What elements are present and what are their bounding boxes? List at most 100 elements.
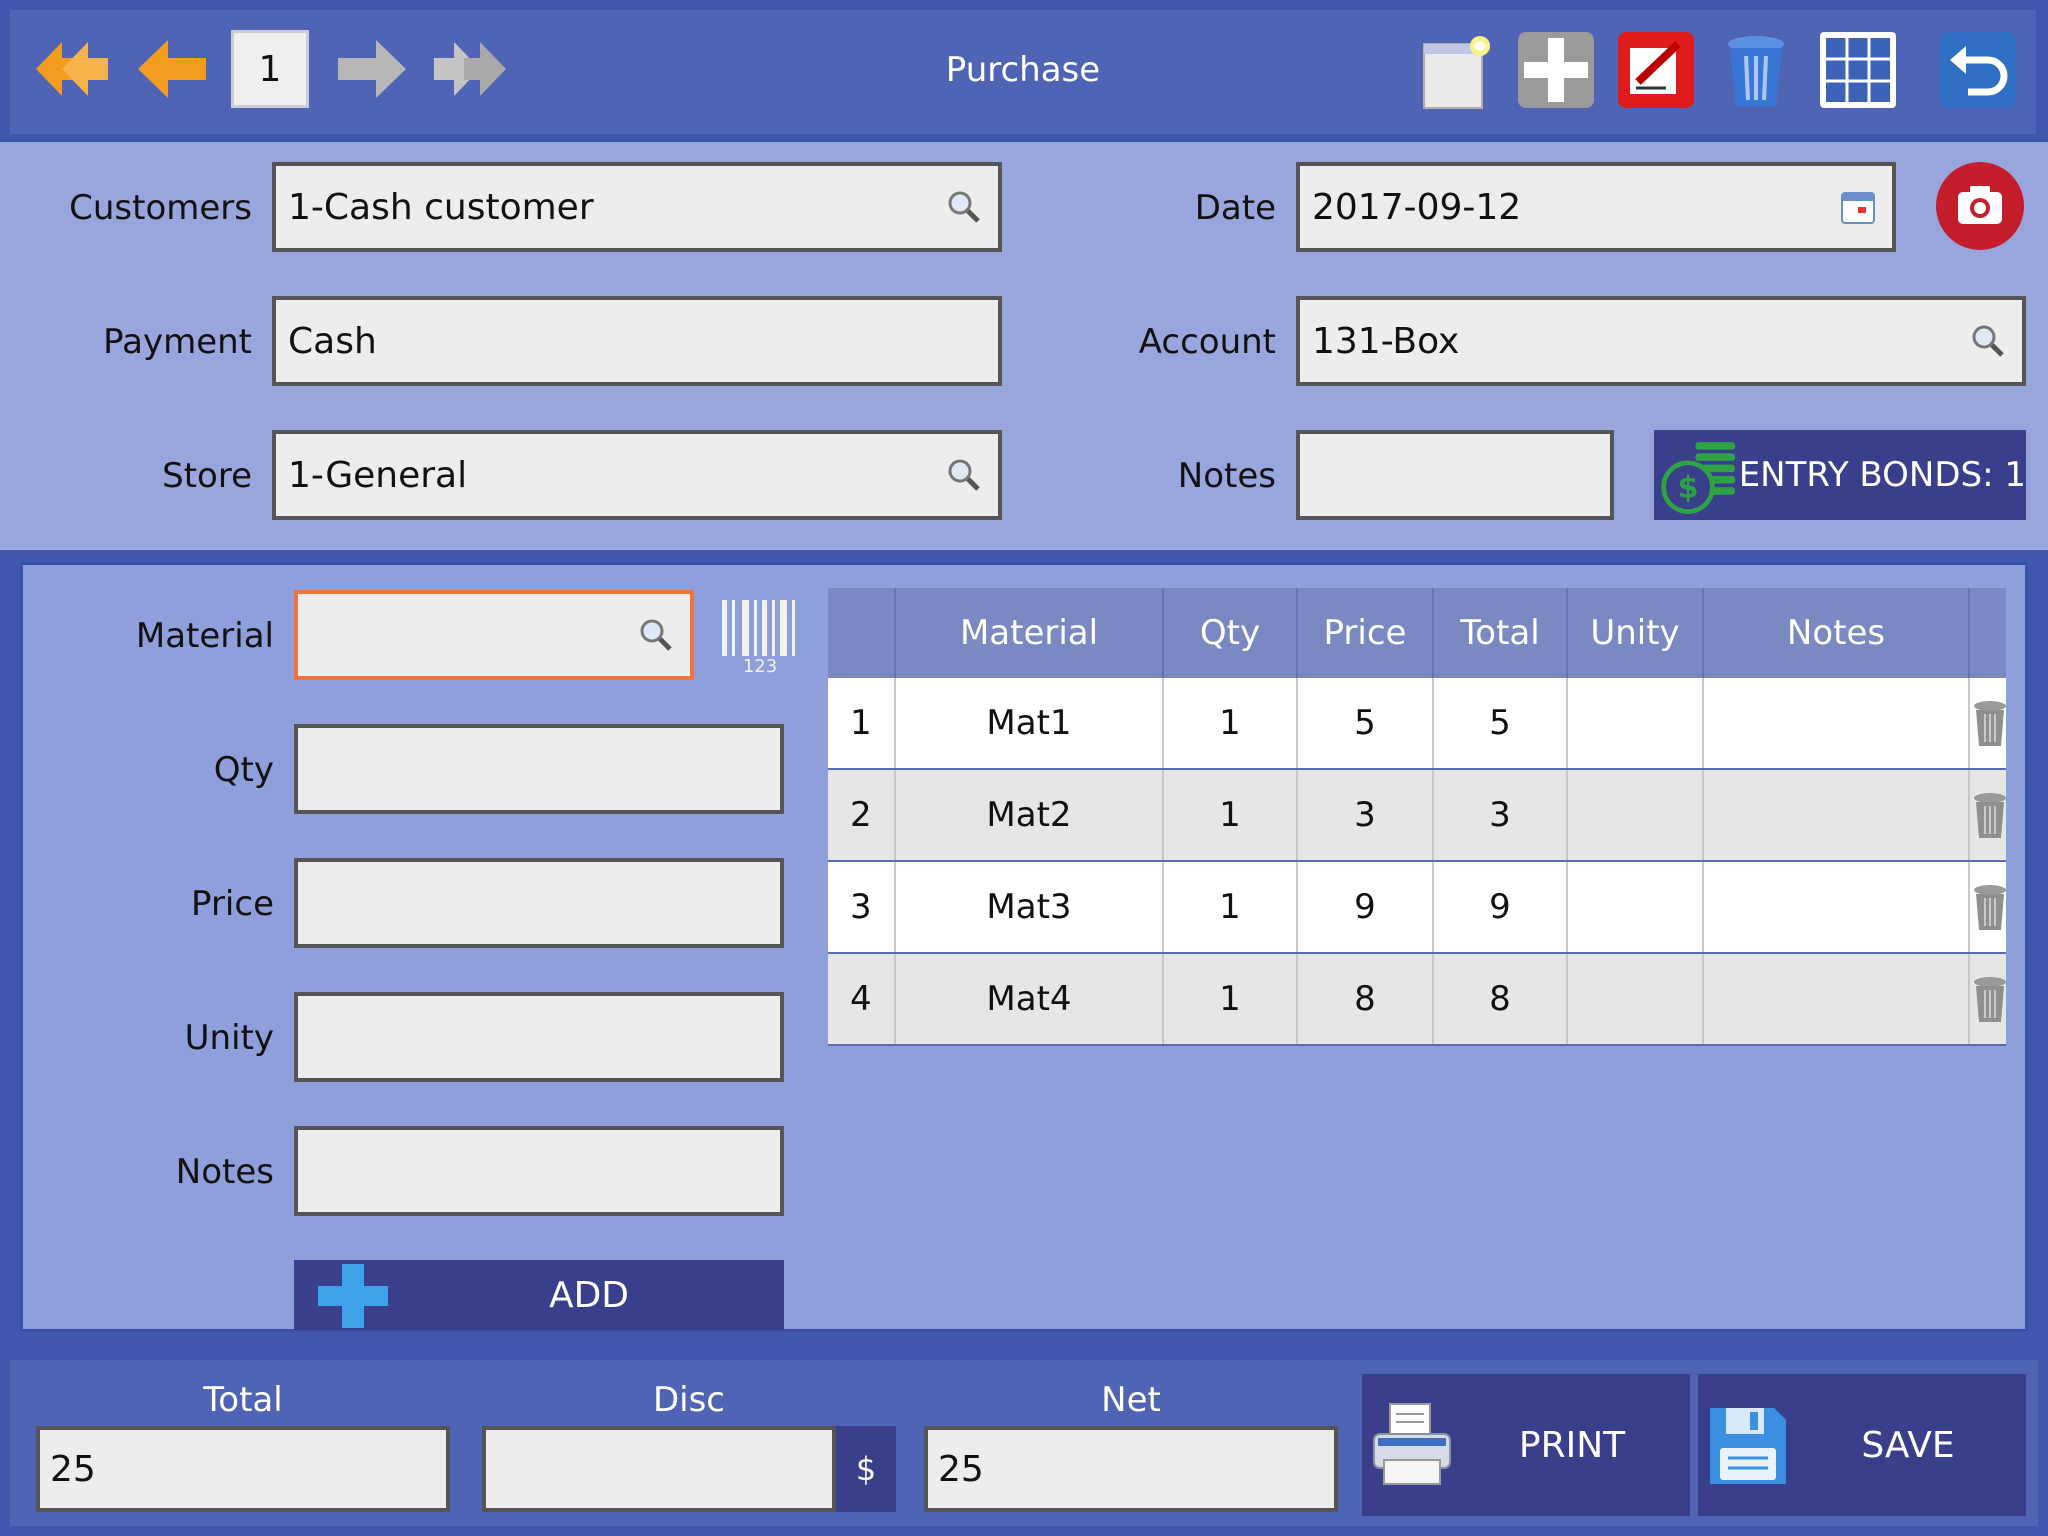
cell-material: Mat4	[896, 954, 1164, 1044]
cell-total: 3	[1434, 770, 1568, 860]
material-notes-input[interactable]	[294, 1126, 784, 1216]
table-row[interactable]: 2 Mat2 1 3 3	[828, 770, 2006, 862]
previous-record-icon[interactable]	[132, 34, 212, 104]
material-notes-label: Notes	[175, 1152, 274, 1192]
cell-qty: 1	[1164, 770, 1298, 860]
date-label: Date	[1194, 188, 1276, 228]
first-record-icon[interactable]	[32, 34, 112, 104]
cell-unity	[1568, 770, 1704, 860]
col-header-material[interactable]: Material	[896, 588, 1164, 678]
net-value: 25	[938, 1448, 984, 1490]
col-header-qty[interactable]: Qty	[1164, 588, 1298, 678]
search-icon[interactable]	[944, 455, 984, 495]
delete-icon[interactable]	[1716, 30, 1796, 110]
row-delete-icon[interactable]	[1972, 790, 2008, 840]
account-value: 131-Box	[1312, 320, 1460, 362]
total-label: Total	[203, 1380, 283, 1420]
new-document-icon[interactable]	[1420, 30, 1500, 110]
cell-total: 9	[1434, 862, 1568, 952]
net-field[interactable]: 25	[924, 1426, 1338, 1512]
plus-icon	[318, 1264, 388, 1328]
customers-field[interactable]: 1-Cash customer	[272, 162, 1002, 252]
add-icon[interactable]	[1516, 30, 1596, 110]
disc-field[interactable]	[482, 1426, 836, 1512]
barcode-icon[interactable]: 123	[718, 596, 802, 676]
cell-notes	[1704, 954, 1970, 1044]
account-field[interactable]: 131-Box	[1296, 296, 2026, 386]
page-title: Purchase	[945, 50, 1101, 90]
cell-index: 1	[828, 678, 896, 768]
notes-label: Notes	[1177, 456, 1276, 496]
table-row[interactable]: 3 Mat3 1 9 9	[828, 862, 2006, 954]
table-row[interactable]: 4 Mat4 1 8 8	[828, 954, 2006, 1046]
print-label: PRINT	[1518, 1424, 1626, 1466]
cell-notes	[1704, 862, 1970, 952]
price-input[interactable]	[294, 858, 784, 948]
col-header-notes[interactable]: Notes	[1704, 588, 1970, 678]
floppy-disk-icon	[1710, 1408, 1786, 1484]
add-button[interactable]: ADD	[294, 1260, 784, 1330]
notes-field[interactable]	[1296, 430, 1614, 520]
row-delete-icon[interactable]	[1972, 974, 2008, 1024]
entry-bonds-button[interactable]: $ ENTRY BONDS: 1	[1654, 430, 2026, 520]
total-field[interactable]: 25	[36, 1426, 450, 1512]
material-label: Material	[135, 616, 274, 656]
date-field[interactable]: 2017-09-12	[1296, 162, 1896, 252]
next-record-icon[interactable]	[332, 34, 412, 104]
cell-qty: 1	[1164, 678, 1298, 768]
date-value: 2017-09-12	[1312, 186, 1522, 228]
account-label: Account	[1138, 322, 1276, 362]
unity-input[interactable]	[294, 992, 784, 1082]
payment-field[interactable]: Cash	[272, 296, 1002, 386]
payment-label: Payment	[103, 322, 252, 362]
qty-input[interactable]	[294, 724, 784, 814]
svg-text:$: $	[1678, 471, 1699, 506]
table-row[interactable]: 1 Mat1 1 5 5	[828, 678, 2006, 770]
col-header-total[interactable]: Total	[1434, 588, 1568, 678]
cell-total: 8	[1434, 954, 1568, 1044]
cell-material: Mat2	[896, 770, 1164, 860]
cell-index: 2	[828, 770, 896, 860]
search-icon[interactable]	[636, 615, 676, 655]
cell-notes	[1704, 678, 1970, 768]
col-header-unity[interactable]: Unity	[1568, 588, 1704, 678]
cell-total: 5	[1434, 678, 1568, 768]
search-icon[interactable]	[944, 187, 984, 227]
col-header-price[interactable]: Price	[1298, 588, 1434, 678]
page-number[interactable]: 1	[231, 30, 309, 108]
entry-bonds-label: ENTRY BONDS: 1	[1738, 455, 2026, 495]
print-button[interactable]: PRINT	[1362, 1374, 1690, 1516]
total-value: 25	[50, 1448, 96, 1490]
cell-material: Mat1	[896, 678, 1164, 768]
cell-price: 9	[1298, 862, 1434, 952]
cell-qty: 1	[1164, 862, 1298, 952]
qty-label: Qty	[213, 750, 274, 790]
cell-unity	[1568, 862, 1704, 952]
customers-value: 1-Cash customer	[288, 186, 594, 228]
edit-icon[interactable]	[1616, 30, 1696, 110]
table-header: Material Qty Price Total Unity Notes	[828, 588, 2006, 678]
save-button[interactable]: SAVE	[1698, 1374, 2026, 1516]
disc-label: Disc	[652, 1380, 726, 1420]
money-coins-icon: $	[1661, 442, 1735, 514]
payment-value: Cash	[288, 320, 377, 362]
store-field[interactable]: 1-General	[272, 430, 1002, 520]
cell-qty: 1	[1164, 954, 1298, 1044]
calendar-icon[interactable]	[1838, 187, 1878, 227]
material-input[interactable]	[294, 590, 694, 680]
row-delete-icon[interactable]	[1972, 698, 2008, 748]
cell-index: 3	[828, 862, 896, 952]
undo-icon[interactable]	[1938, 30, 2018, 110]
camera-icon[interactable]	[1934, 160, 2026, 252]
cell-price: 8	[1298, 954, 1434, 1044]
cell-unity	[1568, 954, 1704, 1044]
store-value: 1-General	[288, 454, 468, 496]
grid-view-icon[interactable]	[1818, 30, 1898, 110]
cell-material: Mat3	[896, 862, 1164, 952]
last-record-icon[interactable]	[430, 34, 510, 104]
search-icon[interactable]	[1968, 321, 2008, 361]
customers-label: Customers	[69, 188, 252, 228]
row-delete-icon[interactable]	[1972, 882, 2008, 932]
currency-toggle[interactable]: $	[836, 1426, 896, 1512]
add-label: ADD	[548, 1274, 630, 1316]
